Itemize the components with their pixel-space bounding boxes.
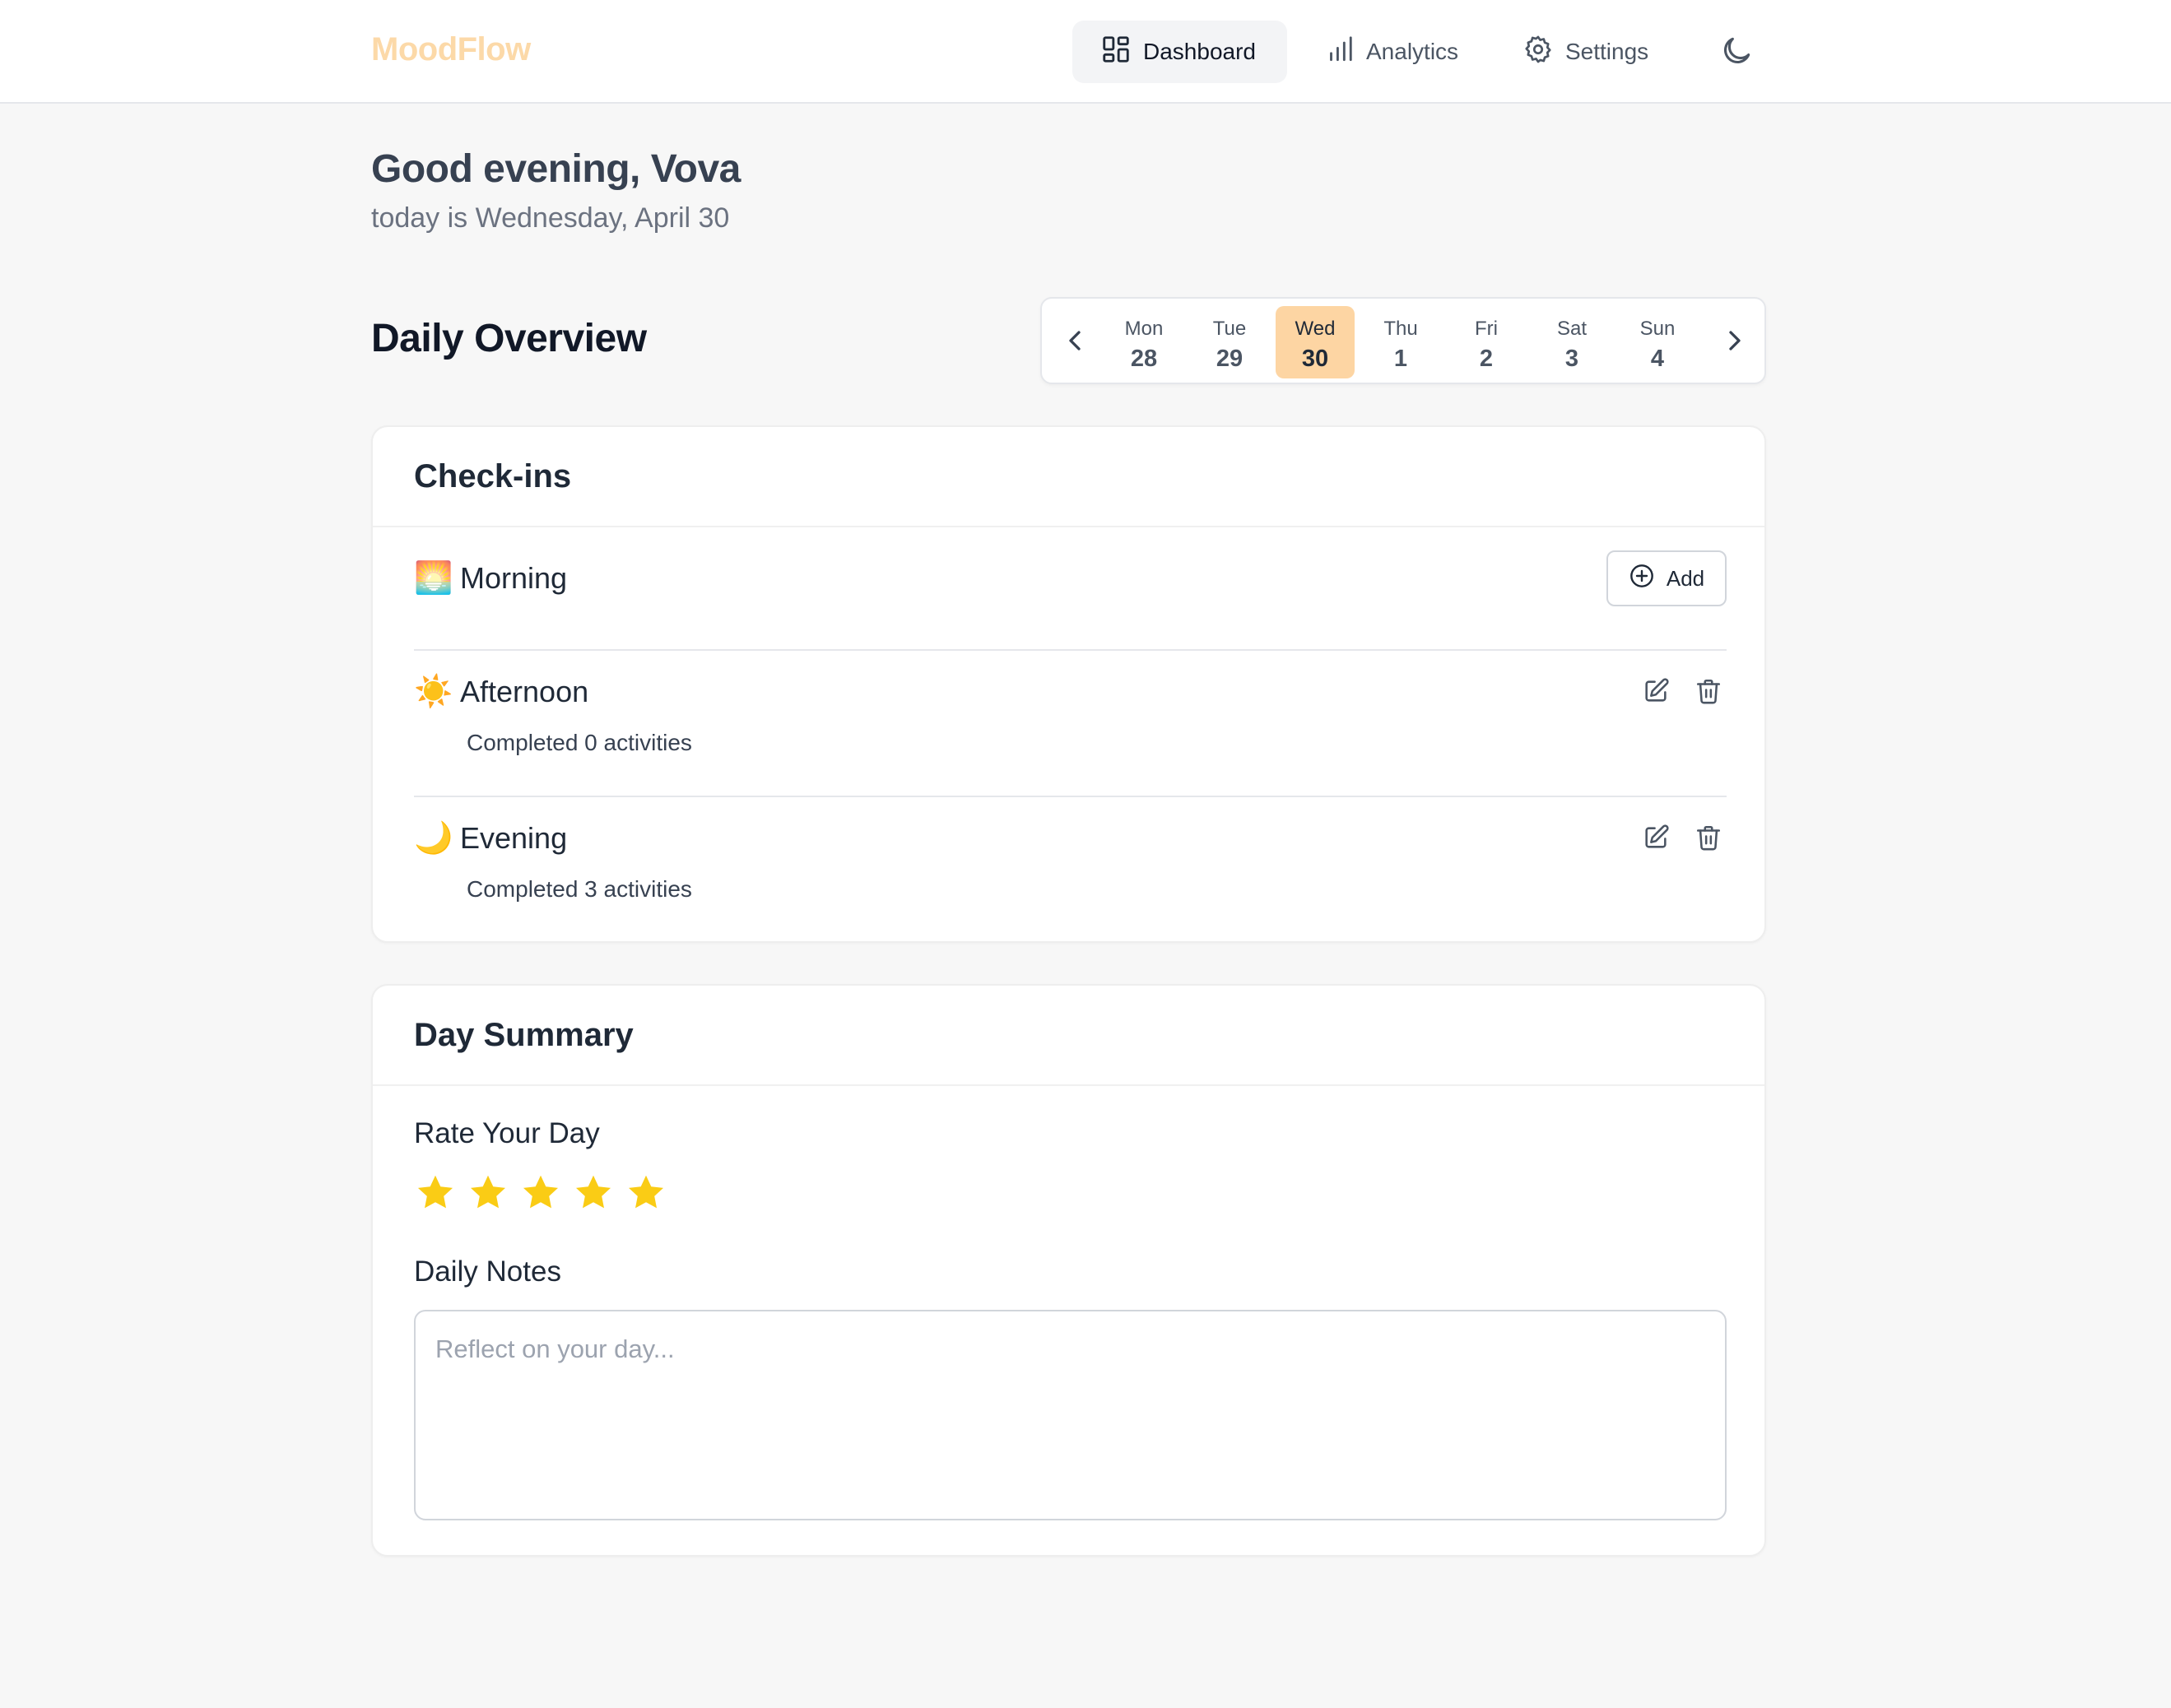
checkin-summary: Completed 0 activities [467, 730, 692, 755]
chevron-left-icon [1058, 331, 1091, 360]
day-number: 28 [1130, 346, 1158, 372]
row-divider [414, 649, 1727, 651]
checkin-evening[interactable]: 🌙 Evening Completed 3 activities [414, 820, 1727, 927]
day-sun[interactable]: Sun 4 [1618, 306, 1697, 378]
day-name: Tue [1212, 318, 1247, 340]
day-sat[interactable]: Sat 3 [1532, 306, 1611, 378]
nav-analytics[interactable]: Analytics [1295, 21, 1486, 83]
trash-icon [1694, 825, 1722, 855]
day-number: 3 [1564, 346, 1579, 372]
previous-week-button[interactable] [1058, 324, 1091, 357]
day-number: 29 [1216, 346, 1244, 372]
star-icon-5[interactable] [625, 1172, 667, 1214]
day-name: Thu [1383, 318, 1418, 340]
daily-notes-label: Daily Notes [414, 1255, 561, 1288]
day-mon[interactable]: Mon 28 [1104, 306, 1183, 378]
checkin-label: Evening [460, 821, 568, 855]
greeting-title: Good evening, Vova [371, 147, 741, 191]
star-icon-4[interactable] [572, 1172, 615, 1214]
day-number: 2 [1479, 346, 1494, 372]
add-checkin-button[interactable]: Add [1606, 550, 1727, 606]
nav-dashboard[interactable]: Dashboard [1072, 21, 1287, 83]
day-wed-selected[interactable]: Wed 30 [1276, 306, 1355, 378]
next-week-button[interactable] [1718, 324, 1751, 357]
nav-settings-label: Settings [1565, 39, 1649, 64]
checkin-morning: 🌅 Morning Add [414, 550, 1727, 621]
trash-icon [1694, 679, 1722, 708]
daily-overview-title: Daily Overview [371, 317, 647, 360]
day-summary-card: Day Summary Rate Your Day Daily Notes [371, 984, 1766, 1557]
bar-chart-icon [1323, 34, 1355, 71]
star-icon-3[interactable] [519, 1172, 562, 1214]
edit-icon [1642, 678, 1670, 708]
checkin-label: Morning [460, 561, 568, 595]
date-subtitle: today is Wednesday, April 30 [371, 202, 730, 234]
day-thu[interactable]: Thu 1 [1361, 306, 1440, 378]
checkin-label: Afternoon [460, 675, 589, 708]
star-icon-1[interactable] [414, 1172, 457, 1214]
gear-icon [1522, 34, 1554, 71]
sunrise-icon: 🌅 [414, 561, 453, 596]
checkin-afternoon[interactable]: ☀️ Afternoon Completed 0 activities [414, 674, 1727, 781]
top-navigation-bar: MoodFlow Dashboard Analytics Settings [0, 0, 2171, 104]
edit-icon [1642, 824, 1670, 855]
delete-afternoon-button[interactable] [1694, 677, 1722, 705]
day-name: Sat [1556, 318, 1588, 340]
edit-afternoon-button[interactable] [1642, 677, 1670, 705]
rate-your-day-label: Rate Your Day [414, 1117, 600, 1149]
nav-dashboard-label: Dashboard [1143, 39, 1256, 64]
sun-icon: ☀️ [414, 675, 453, 709]
star-icon-2[interactable] [467, 1172, 509, 1214]
moon-icon [1718, 37, 1755, 72]
day-number: 4 [1650, 346, 1665, 372]
checkin-summary: Completed 3 activities [467, 876, 692, 902]
day-summary-title: Day Summary [373, 986, 1764, 1086]
chevron-right-icon [1718, 331, 1751, 360]
theme-toggle-button[interactable] [1718, 33, 1755, 69]
nav-analytics-label: Analytics [1366, 39, 1459, 64]
dashboard-grid-icon [1100, 34, 1132, 71]
day-fri[interactable]: Fri 2 [1447, 306, 1526, 378]
add-button-label: Add [1666, 565, 1705, 591]
day-name: Mon [1124, 318, 1164, 340]
day-name: Sun [1639, 318, 1676, 340]
nav-settings[interactable]: Settings [1495, 21, 1681, 83]
day-tue[interactable]: Tue 29 [1190, 306, 1269, 378]
row-divider [414, 796, 1727, 797]
daily-notes-textarea[interactable] [414, 1310, 1727, 1520]
rating-stars [414, 1172, 667, 1214]
day-name: Wed [1295, 318, 1336, 340]
edit-evening-button[interactable] [1642, 824, 1670, 852]
plus-circle-icon [1629, 563, 1655, 595]
app-logo[interactable]: MoodFlow [371, 31, 531, 68]
week-selector: Mon 28 Tue 29 Wed 30 Thu 1 Fri 2 Sat 3 S… [1040, 297, 1766, 384]
day-number: 30 [1301, 346, 1329, 372]
delete-evening-button[interactable] [1694, 824, 1722, 852]
moon-icon: 🌙 [414, 821, 453, 856]
checkins-card: Check-ins 🌅 Morning Add ☀️ Afternoon Com… [371, 425, 1766, 943]
day-number: 1 [1393, 346, 1408, 372]
day-name: Fri [1475, 318, 1498, 340]
checkins-title: Check-ins [373, 427, 1764, 527]
